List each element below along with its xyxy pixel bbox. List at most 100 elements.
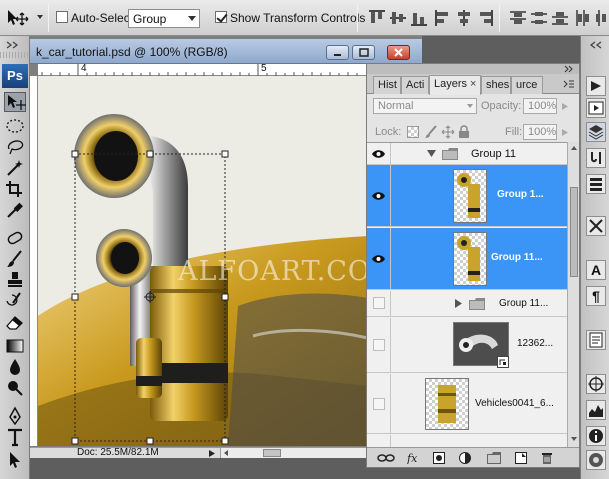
distribute-bottom-icon[interactable]: [551, 9, 569, 27]
minimize-button[interactable]: [326, 45, 349, 60]
clone-stamp-tool[interactable]: [4, 270, 26, 290]
close-button[interactable]: [387, 45, 410, 60]
eraser-tool[interactable]: [4, 312, 26, 332]
scroll-up-icon[interactable]: [570, 144, 578, 152]
opacity-slider-arrow-icon[interactable]: [561, 102, 569, 111]
panel-menu-icon[interactable]: [563, 79, 575, 89]
panel-grip[interactable]: [0, 52, 30, 58]
healing-brush-tool[interactable]: [4, 228, 26, 248]
horizontal-ruler[interactable]: 4 5: [38, 63, 368, 76]
align-bottom-edges-icon[interactable]: [410, 9, 428, 27]
visibility-toggle[interactable]: [367, 291, 391, 316]
panel-expand-icon[interactable]: [589, 40, 603, 50]
layer-row-partial[interactable]: [367, 435, 567, 447]
navigator-icon[interactable]: [586, 374, 606, 394]
scrollbar-thumb[interactable]: [570, 187, 578, 277]
align-vertical-centers-icon[interactable]: [389, 9, 407, 27]
lock-transparent-icon[interactable]: [407, 126, 419, 138]
channels-icon[interactable]: [586, 174, 606, 194]
crop-tool[interactable]: [4, 179, 26, 199]
status-menu-arrow-icon[interactable]: [208, 449, 216, 458]
adjustment-layer-icon[interactable]: [459, 452, 471, 464]
link-layers-icon[interactable]: [377, 452, 395, 464]
layer-row-group-11-closed[interactable]: Group 11...: [367, 291, 567, 317]
align-top-edges-icon[interactable]: [368, 9, 386, 27]
layer-style-icon[interactable]: fx: [407, 452, 419, 464]
scroll-down-icon[interactable]: [570, 435, 578, 443]
collapsed-triangle-icon[interactable]: [455, 299, 463, 308]
tab-brushes[interactable]: shes: [481, 76, 511, 94]
layer-row-vehicles[interactable]: Vehicles0041_6...: [367, 374, 567, 434]
layers-vertical-scrollbar[interactable]: [567, 142, 579, 447]
lock-position-icon[interactable]: [441, 125, 455, 139]
align-horizontal-centers-icon[interactable]: [455, 9, 473, 27]
distribute-vertical-centers-icon[interactable]: [530, 9, 548, 27]
marquee-tool[interactable]: [4, 116, 26, 136]
lasso-tool[interactable]: [4, 137, 26, 157]
align-right-edges-icon[interactable]: [476, 9, 494, 27]
gradient-tool[interactable]: [4, 336, 26, 356]
history-brush-tool[interactable]: [4, 291, 26, 311]
visibility-toggle[interactable]: [367, 374, 391, 433]
auto-select-checkbox[interactable]: [56, 11, 68, 23]
play-icon[interactable]: [586, 98, 606, 118]
maximize-button[interactable]: [352, 45, 375, 60]
document-canvas[interactable]: ALFOART.COM: [38, 76, 368, 446]
show-transform-checkbox[interactable]: [215, 11, 227, 23]
tab-layers[interactable]: Layers ×: [429, 75, 481, 95]
align-left-edges-icon[interactable]: [434, 9, 452, 27]
new-group-icon[interactable]: [487, 452, 501, 464]
layers-stack-icon[interactable]: [586, 122, 606, 142]
color-swatches-icon[interactable]: [586, 450, 606, 470]
delete-layer-icon[interactable]: [541, 452, 553, 464]
document-title-bar[interactable]: k_car_tutorial.psd @ 100% (RGB/8): [30, 39, 422, 64]
visibility-toggle[interactable]: [367, 143, 391, 164]
auto-select-dropdown[interactable]: Group: [128, 9, 200, 28]
scroll-left-icon[interactable]: [222, 449, 230, 457]
paragraph-icon[interactable]: ¶: [586, 286, 606, 306]
tab-close-icon[interactable]: ×: [470, 78, 476, 90]
vertical-ruler[interactable]: [30, 76, 38, 446]
blend-mode-dropdown[interactable]: Normal: [373, 98, 477, 114]
tab-clone-source[interactable]: urce: [511, 76, 543, 94]
brush-presets-icon[interactable]: [586, 216, 606, 236]
tab-actions[interactable]: Acti: [401, 76, 429, 94]
distribute-horizontal-icon[interactable]: [594, 9, 608, 27]
path-selection-tool[interactable]: [4, 450, 26, 470]
fill-slider-arrow-icon[interactable]: [561, 128, 569, 137]
info-icon[interactable]: [586, 426, 606, 446]
pen-tool[interactable]: [4, 406, 26, 426]
notes-icon[interactable]: [586, 330, 606, 350]
tool-preset-dropdown-arrow[interactable]: [37, 15, 43, 19]
layer-row-group-11-copy[interactable]: Group 11...: [367, 228, 567, 290]
dodge-tool[interactable]: [4, 378, 26, 398]
layer-row-group-1[interactable]: Group 1...: [367, 165, 567, 227]
layer-row-12362[interactable]: 12362...: [367, 318, 567, 373]
blur-tool[interactable]: [4, 357, 26, 377]
brush-tool[interactable]: [4, 249, 26, 269]
distribute-top-icon[interactable]: [509, 9, 527, 27]
new-layer-icon[interactable]: [515, 452, 527, 464]
layer-row-group-11[interactable]: Group 11: [367, 143, 567, 165]
lock-image-brush-icon[interactable]: [424, 125, 438, 139]
move-tool[interactable]: [4, 92, 26, 112]
move-tool-options-icon[interactable]: [6, 9, 34, 27]
scrollbar-thumb[interactable]: [263, 449, 281, 457]
type-tool[interactable]: [4, 427, 26, 447]
visibility-toggle[interactable]: [367, 165, 391, 226]
visibility-toggle[interactable]: [367, 435, 391, 447]
fill-field[interactable]: 100%: [523, 124, 557, 140]
visibility-toggle[interactable]: [367, 228, 391, 289]
histogram-icon[interactable]: [586, 400, 606, 420]
character-icon[interactable]: A: [586, 260, 606, 280]
panel-collapse-icon[interactable]: [563, 65, 575, 73]
lock-all-icon[interactable]: [458, 125, 470, 139]
visibility-toggle[interactable]: [367, 318, 391, 372]
panel-header-strip[interactable]: [367, 64, 579, 74]
actions-icon[interactable]: [586, 76, 606, 96]
tab-history[interactable]: Hist: [373, 76, 401, 94]
distribute-left-icon[interactable]: [574, 9, 592, 27]
layer-mask-icon[interactable]: [433, 452, 445, 464]
expand-triangle-icon[interactable]: [427, 150, 436, 158]
opacity-field[interactable]: 100%: [523, 98, 557, 114]
